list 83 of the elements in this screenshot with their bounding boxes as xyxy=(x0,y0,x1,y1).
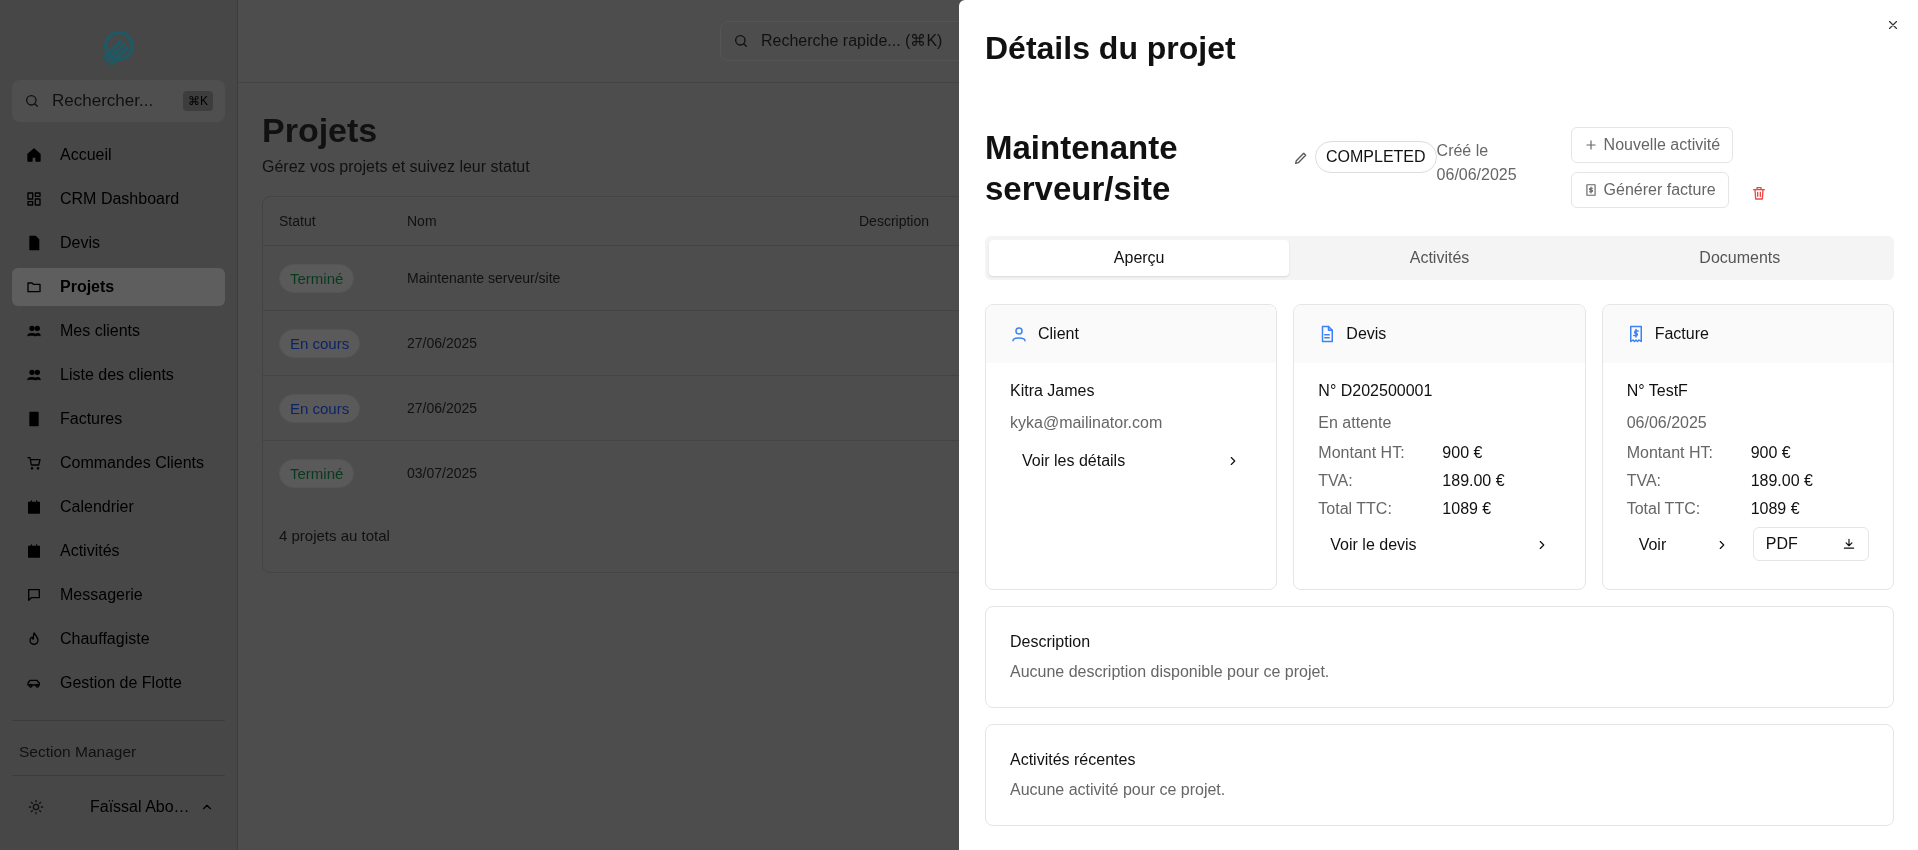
amount-value: 189.00 € xyxy=(1750,471,1813,490)
sidebar-item[interactable]: Chauffagiste xyxy=(12,619,225,658)
sidebar-item[interactable]: Activités xyxy=(12,531,225,570)
card-primary-text: N° TestF xyxy=(1626,380,1689,401)
card-secondary-text: En attente xyxy=(1318,412,1393,433)
card-primary-text: Kitra James xyxy=(1010,380,1096,401)
sidebar-item[interactable]: Gestion de Flotte xyxy=(12,663,225,702)
sidebar-item[interactable]: Calendrier xyxy=(12,487,225,526)
table-footer: 4 projets au total xyxy=(279,527,390,544)
sidebar-item[interactable]: Mes clients xyxy=(12,311,225,350)
table-cell: 27/06/2025 xyxy=(391,375,843,441)
view-link[interactable]: Voir les détails xyxy=(1010,442,1253,479)
section-text: Aucune description disponible pour ce projet. xyxy=(1010,662,1331,681)
pdf-button[interactable]: PDF xyxy=(1752,526,1869,561)
created-date: Créé le 06/06/2025 xyxy=(1436,141,1518,185)
card-primary-text: N° D202500001 xyxy=(1318,380,1434,401)
amount-value: 1089 € xyxy=(1442,499,1492,518)
action-button[interactable]: Générer facture xyxy=(1570,172,1729,208)
sidebar-item[interactable]: CRM Dashboard xyxy=(12,179,225,218)
status-badge: Terminé xyxy=(279,263,355,293)
amount-value: 1089 € xyxy=(1750,499,1800,518)
calendar-icon xyxy=(26,542,42,559)
calendar-icon xyxy=(26,498,42,515)
trash-icon xyxy=(1751,185,1768,201)
home-icon xyxy=(26,146,42,163)
search-icon xyxy=(24,93,40,109)
sidebar-item[interactable]: Projets xyxy=(12,267,225,306)
section-title: Description xyxy=(1010,632,1092,651)
sidebar-item[interactable]: Commandes Clients xyxy=(12,443,225,482)
search-input[interactable]: Rechercher... xyxy=(50,90,173,112)
view-link[interactable]: Voir le devis xyxy=(1318,526,1561,563)
amount-label: Montant HT: xyxy=(1626,443,1714,462)
shortcut-hint: ⌘K xyxy=(183,91,213,111)
user-icon xyxy=(1010,324,1028,343)
download-icon xyxy=(1842,536,1856,551)
amount-value: 189.00 € xyxy=(1442,471,1505,490)
tab[interactable]: Aperçu xyxy=(989,239,1290,276)
sidebar-item[interactable]: Devis xyxy=(12,223,225,262)
card-secondary-text: kyka@mailinator.com xyxy=(1010,412,1164,433)
amount-value: 900 € xyxy=(1442,443,1483,462)
column-header: Statut xyxy=(263,197,391,246)
status-badge: En cours xyxy=(279,328,361,358)
status-badge: En cours xyxy=(279,393,361,423)
document-icon xyxy=(26,234,42,251)
search-icon xyxy=(733,33,749,49)
sidebar-item[interactable]: Liste des clients xyxy=(12,355,225,394)
action-button[interactable]: Nouvelle activité xyxy=(1570,127,1734,163)
close-icon xyxy=(1886,18,1900,32)
table-cell: Maintenante serveur/site xyxy=(391,245,843,311)
section-text: Aucune activité pour ce projet. xyxy=(1010,780,1227,799)
cart-icon xyxy=(26,454,42,471)
sun-icon xyxy=(28,799,44,815)
table-cell: 27/06/2025 xyxy=(391,310,843,376)
flame-icon xyxy=(26,630,42,647)
amount-label: TVA: xyxy=(1318,471,1354,490)
status-badge: Terminé xyxy=(279,458,355,488)
table-cell: 03/07/2025 xyxy=(391,440,843,505)
delete-button[interactable] xyxy=(1751,185,1768,201)
view-link[interactable]: Voir xyxy=(1626,526,1741,563)
chat-icon xyxy=(26,586,42,603)
amount-value: 900 € xyxy=(1750,443,1791,462)
card-title: Devis xyxy=(1346,324,1387,343)
card-title: Client xyxy=(1038,324,1079,343)
plus-icon xyxy=(1583,138,1598,152)
grid-icon xyxy=(26,190,42,207)
sidebar-item[interactable]: Factures xyxy=(12,399,225,438)
page-subtitle: Gérez vos projets et suivez leur statut xyxy=(262,158,530,176)
section-title: Activités récentes xyxy=(1010,750,1137,769)
column-header: Nom xyxy=(391,197,843,246)
close-button[interactable] xyxy=(1886,18,1900,32)
sidebar-search-field[interactable]: Rechercher... ⌘K xyxy=(12,80,225,122)
pencil-icon xyxy=(1293,150,1309,166)
user-menu[interactable]: Faïssal Abo… xyxy=(84,797,220,817)
amount-label: Total TTC: xyxy=(1318,499,1393,518)
amount-label: TVA: xyxy=(1626,471,1663,490)
sidebar-item[interactable]: Accueil xyxy=(12,135,225,174)
card-title: Facture xyxy=(1654,324,1709,343)
edit-button[interactable] xyxy=(1293,150,1309,166)
amount-label: Total TTC: xyxy=(1626,499,1702,518)
amount-label: Montant HT: xyxy=(1318,443,1406,462)
page-title: Projets xyxy=(262,111,378,150)
card-secondary-text: 06/06/2025 xyxy=(1626,412,1708,433)
sidebar-item[interactable]: Messagerie xyxy=(12,575,225,614)
